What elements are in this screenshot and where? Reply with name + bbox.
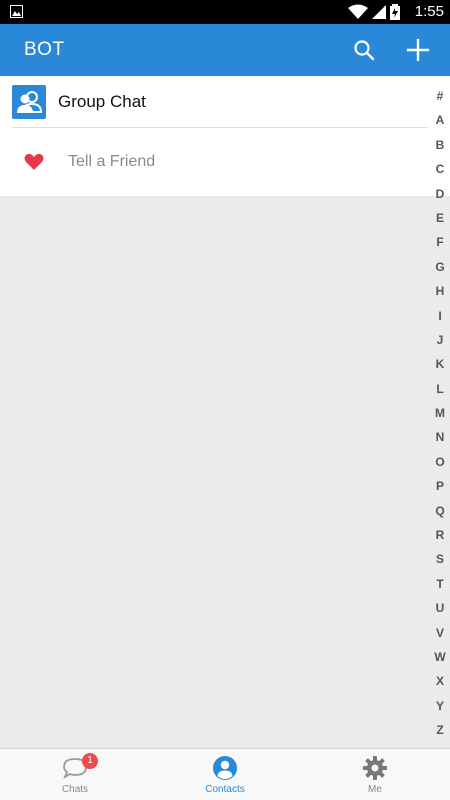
index-letter[interactable]: K — [430, 352, 450, 376]
app-title: BOT — [24, 39, 65, 60]
tab-me[interactable]: Me — [300, 749, 450, 800]
index-letter[interactable]: Q — [430, 499, 450, 523]
index-letter[interactable]: G — [430, 255, 450, 279]
alphabet-index[interactable]: # A B C D E F G H I J K L M N O P Q R S T U V W X Y Z — [430, 84, 450, 743]
index-letter[interactable]: J — [430, 328, 450, 352]
index-letter[interactable]: Z — [430, 718, 450, 742]
gallery-notification-icon — [10, 5, 23, 18]
index-letter[interactable]: V — [430, 621, 450, 645]
status-time: 1:55 — [414, 3, 444, 20]
index-letter[interactable]: W — [430, 645, 450, 669]
add-icon[interactable] — [404, 36, 432, 64]
index-letter[interactable]: D — [430, 182, 450, 206]
app-bar: BOT — [0, 24, 450, 76]
group-chat-icon — [12, 85, 46, 119]
index-letter[interactable]: U — [430, 596, 450, 620]
search-icon[interactable] — [352, 38, 376, 62]
tell-a-friend-label: Tell a Friend — [68, 153, 156, 170]
battery-icon — [390, 4, 400, 20]
tab-chats-label: Chats — [61, 784, 89, 795]
tab-me-label: Me — [368, 784, 382, 795]
contacts-icon — [213, 756, 237, 780]
tab-contacts-label: Contacts — [205, 784, 245, 795]
index-letter[interactable]: Y — [430, 694, 450, 718]
tab-chats[interactable]: 1 Chats — [0, 749, 150, 800]
gear-icon — [363, 756, 387, 780]
index-letter[interactable]: E — [430, 206, 450, 230]
divider — [12, 127, 428, 128]
wifi-icon — [348, 4, 368, 19]
index-letter[interactable]: # — [430, 84, 450, 108]
index-letter[interactable]: M — [430, 401, 450, 425]
index-letter[interactable]: O — [430, 450, 450, 474]
index-letter[interactable]: P — [430, 474, 450, 498]
index-letter[interactable]: B — [430, 133, 450, 157]
heart-icon — [24, 153, 44, 170]
status-bar: 1:55 — [0, 0, 450, 24]
index-letter[interactable]: N — [430, 425, 450, 449]
system-icons — [348, 3, 400, 21]
chats-badge: 1 — [82, 753, 98, 769]
index-letter[interactable]: C — [430, 157, 450, 181]
list-item-group-chat[interactable]: Group Chat — [0, 76, 428, 128]
contact-list: Group Chat Tell a Friend — [0, 76, 450, 196]
index-letter[interactable]: F — [430, 230, 450, 254]
index-letter[interactable]: A — [430, 108, 450, 132]
tab-contacts[interactable]: Contacts — [150, 749, 300, 800]
signal-icon — [372, 5, 386, 19]
list-item-tell-a-friend[interactable]: Tell a Friend — [0, 136, 428, 188]
index-letter[interactable]: X — [430, 669, 450, 693]
index-letter[interactable]: T — [430, 572, 450, 596]
index-letter[interactable]: H — [430, 279, 450, 303]
bottom-nav: 1 Chats Contacts Me — [0, 748, 450, 800]
index-letter[interactable]: R — [430, 523, 450, 547]
group-chat-label: Group Chat — [58, 92, 146, 111]
index-letter[interactable]: I — [430, 304, 450, 328]
index-letter[interactable]: S — [430, 547, 450, 571]
index-letter[interactable]: L — [430, 377, 450, 401]
